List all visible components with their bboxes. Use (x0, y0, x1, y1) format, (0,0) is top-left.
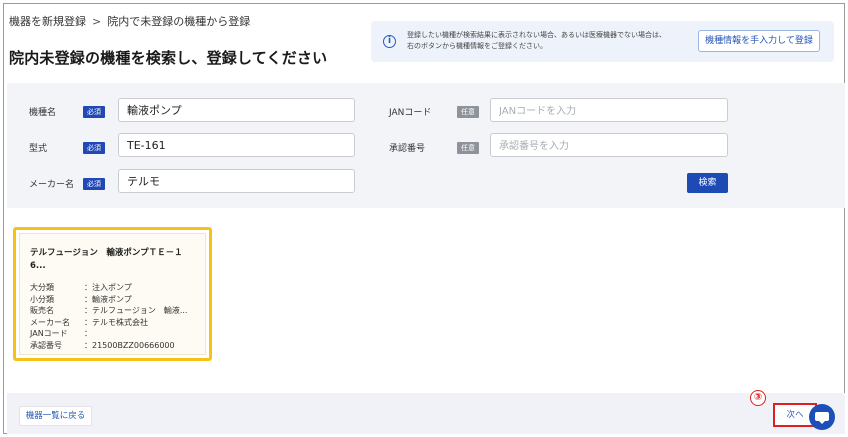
detail-key: JANコード (30, 329, 68, 338)
result-card-body[interactable]: テルフュージョン 輸液ポンプＴＥ－１ 6... 大分類 ：注入ポンプ 小分類 ：輸液… (19, 233, 206, 355)
result-card-details: 大分類 ：注入ポンプ 小分類 ：輸液ポンプ 販売名 ：テルフュージョン 輸液... メ… (30, 282, 187, 351)
detail-row: 承認番号 ：21500BZZ00666000 (30, 340, 187, 352)
approval-label: 承認番号 (389, 144, 426, 154)
maker-label: メーカー名 (29, 180, 75, 190)
detail-value: ：21500BZZ00666000 (84, 340, 175, 350)
model-required-badge: 必須 (83, 142, 105, 154)
detail-row: JANコード ： (30, 328, 187, 340)
result-title-line-2: 6... (30, 261, 46, 271)
detail-value: ：輸液ポンプ (84, 294, 132, 304)
detail-key: 販売名 (30, 306, 54, 315)
breadcrumb-parent[interactable]: 機器を新規登録 (9, 15, 86, 28)
info-notice: i 登録したい機種が検索結果に表示されない場合、あるいは医療機器でない場合は、 … (371, 21, 834, 62)
maker-input[interactable] (118, 169, 355, 193)
chat-bubble-shape (815, 412, 829, 424)
approval-input[interactable] (490, 133, 728, 157)
info-text: 登録したい機種が検索結果に表示されない場合、あるいは医療機器でない場合は、 右の… (407, 30, 666, 52)
approval-optional-badge: 任意 (457, 142, 479, 154)
detail-row: メーカー名 ：テルモ株式会社 (30, 317, 187, 329)
breadcrumb: 機器を新規登録 > 院内で未登録の機種から登録 (9, 13, 250, 29)
name-label: 機種名 (29, 108, 57, 118)
result-title-line-1: テルフュージョン 輸液ポンプＴＥ－１ (30, 248, 183, 258)
detail-key: 大分類 (30, 283, 54, 292)
detail-key: 承認番号 (30, 340, 62, 350)
breadcrumb-current: 院内で未登録の機種から登録 (107, 15, 251, 28)
detail-value: ：注入ポンプ (84, 283, 132, 292)
model-input[interactable] (118, 133, 355, 157)
step-marker: ③ (750, 390, 766, 406)
detail-value: ：テルモ株式会社 (84, 317, 148, 327)
model-label: 型式 (29, 144, 48, 154)
info-line-1: 登録したい機種が検索結果に表示されない場合、あるいは医療機器でない場合は、 (407, 31, 666, 39)
back-to-list-link[interactable]: 機器一覧に戻る (19, 406, 92, 426)
detail-key: メーカー名 (30, 317, 70, 327)
detail-value: ：テルフュージョン 輸液... (84, 306, 188, 315)
name-required-badge: 必須 (83, 106, 105, 118)
result-card-title: テルフュージョン 輸液ポンプＴＥ－１ 6... (30, 247, 200, 273)
info-line-2: 右のボタンから機種情報をご登録ください。 (407, 42, 547, 50)
footer-bar: 機器一覧に戻る 次へ (7, 393, 845, 434)
detail-value: ： (84, 329, 92, 338)
detail-row: 販売名 ：テルフュージョン 輸液... (30, 305, 187, 317)
info-icon: i (383, 35, 396, 48)
manual-entry-button[interactable]: 機種情報を手入力して登録 (698, 30, 820, 52)
jan-optional-badge: 任意 (457, 106, 479, 118)
search-form: 機種名 必須 型式 必須 メーカー名 必須 JANコード 任意 承認番号 任意 … (7, 83, 845, 208)
search-button[interactable]: 検索 (687, 173, 728, 193)
detail-row: 大分類 ：注入ポンプ (30, 282, 187, 294)
detail-row: 小分類 ：輸液ポンプ (30, 294, 187, 306)
maker-required-badge: 必須 (83, 178, 105, 190)
result-card: テルフュージョン 輸液ポンプＴＥ－１ 6... 大分類 ：注入ポンプ 小分類 ：輸液… (13, 227, 212, 361)
chat-bubble-icon[interactable] (809, 404, 835, 430)
name-input[interactable] (118, 98, 355, 122)
jan-input[interactable] (490, 98, 728, 122)
jan-label: JANコード (389, 108, 432, 118)
breadcrumb-separator: > (92, 15, 102, 28)
detail-key: 小分類 (30, 294, 54, 304)
page-title: 院内未登録の機種を検索し、登録してください (9, 49, 328, 67)
